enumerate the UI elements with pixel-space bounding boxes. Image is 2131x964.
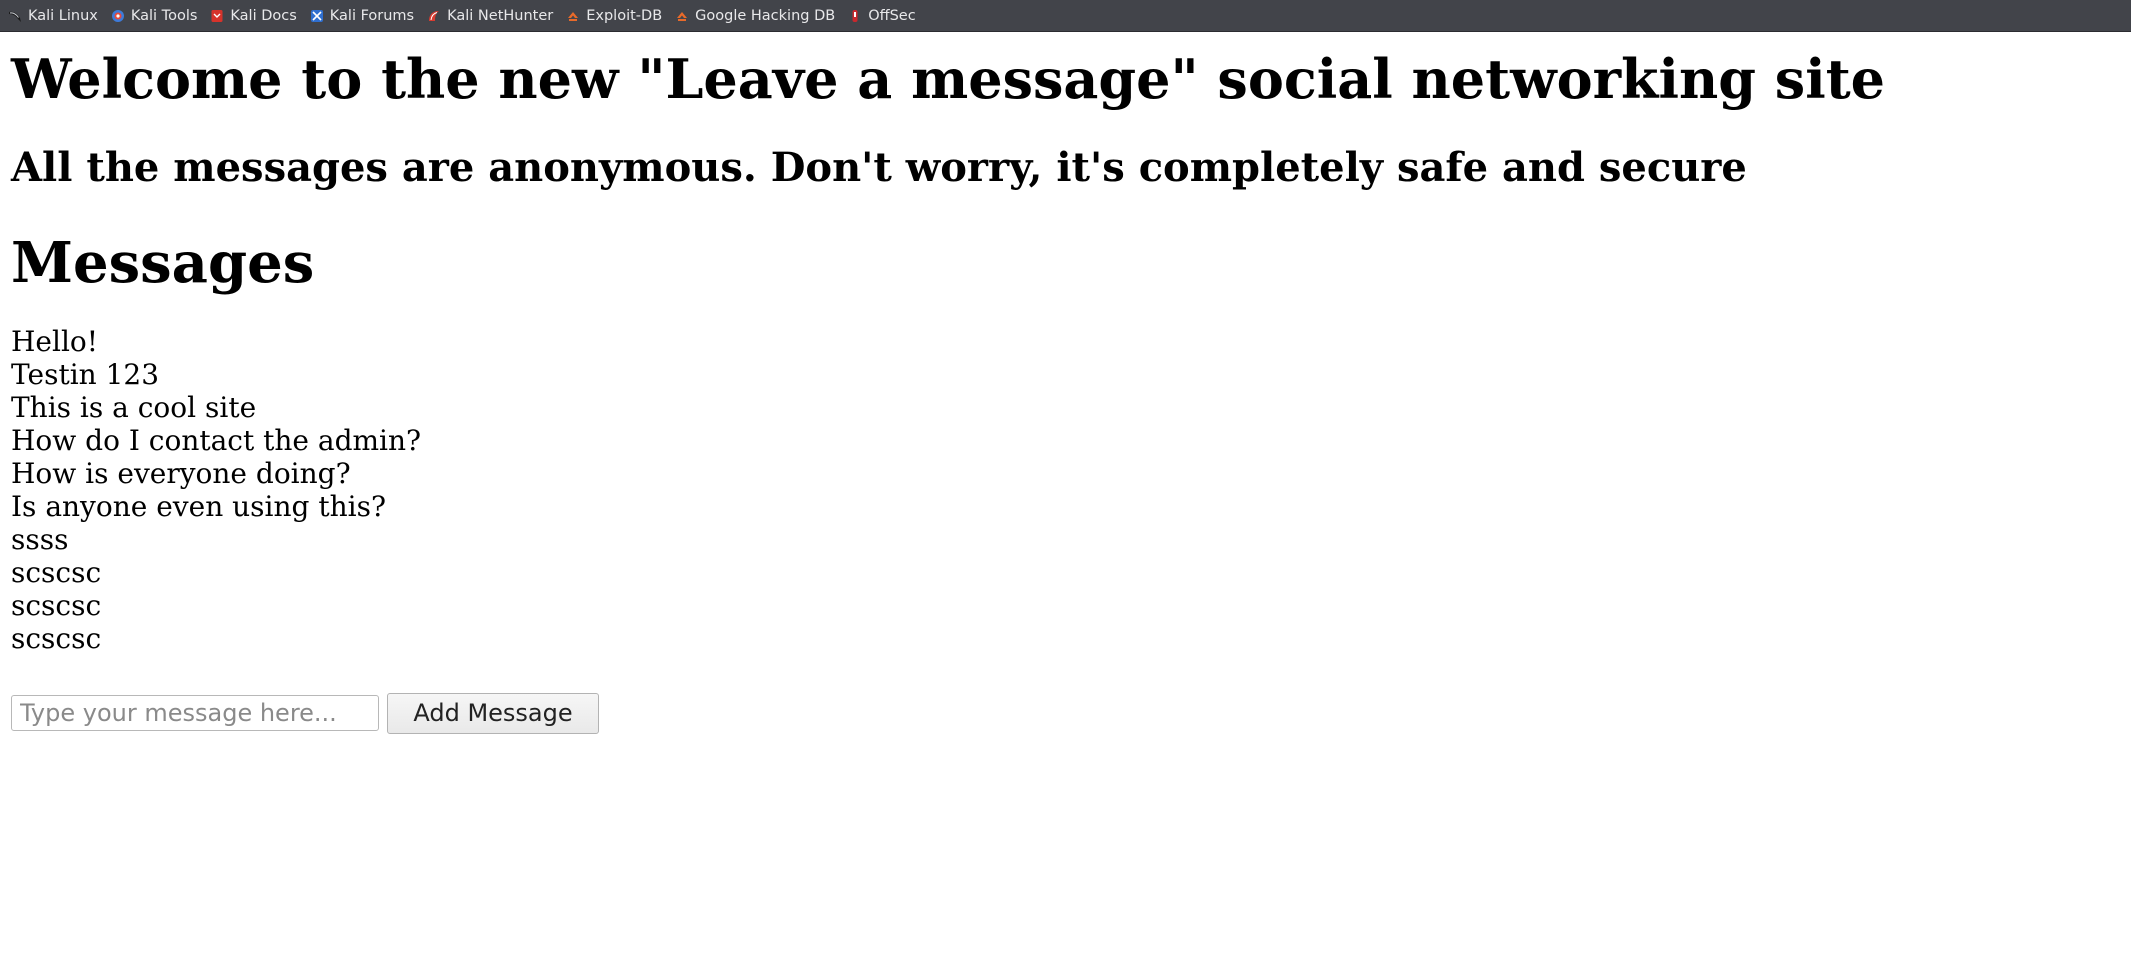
message-input[interactable] xyxy=(11,695,379,732)
bookmark-label: Kali Linux xyxy=(28,7,98,24)
message-item: scscsc xyxy=(11,621,102,655)
bookmarks-toolbar: Kali Linux Kali Tools Kali Docs Kali For… xyxy=(0,0,2131,32)
kali-tools-icon xyxy=(111,9,124,22)
bookmark-google-hacking-db[interactable]: Google Hacking DB xyxy=(675,8,835,24)
message-list: Hello! Testin 123 This is a cool site Ho… xyxy=(11,325,2131,655)
message-item: How do I contact the admin? xyxy=(11,423,422,457)
kali-dragon-icon xyxy=(9,11,21,22)
kali-nethunter-icon xyxy=(429,10,440,21)
message-item: scscsc xyxy=(11,555,102,589)
bookmark-kali-docs[interactable]: Kali Docs xyxy=(210,7,297,24)
message-item: scscsc xyxy=(11,588,102,622)
bookmark-label: Google Hacking DB xyxy=(695,7,836,24)
kali-docs-icon xyxy=(211,9,223,22)
bookmark-exploit-db[interactable]: Exploit-DB xyxy=(566,8,662,24)
message-form: Add Message xyxy=(11,692,2131,734)
page-subtitle: All the messages are anonymous. Don't wo… xyxy=(11,143,1747,191)
bookmark-label: Kali Tools xyxy=(130,7,198,24)
page-title: Welcome to the new "Leave a message" soc… xyxy=(11,47,1886,111)
bookmark-label: Kali Docs xyxy=(230,7,297,24)
bookmark-kali-tools[interactable]: Kali Tools xyxy=(111,7,198,24)
bookmark-label: Exploit-DB xyxy=(586,7,663,24)
message-item: How is everyone doing? xyxy=(11,456,351,490)
bookmark-label: Kali Forums xyxy=(329,7,415,24)
bookmark-label: Kali NetHunter xyxy=(447,7,554,24)
bookmark-label: OffSec xyxy=(868,7,916,24)
message-item: ssss xyxy=(11,522,69,556)
bookmark-kali-nethunter[interactable]: Kali NetHunter xyxy=(427,8,553,24)
message-item: This is a cool site xyxy=(11,390,257,424)
google-hacking-db-icon xyxy=(677,11,688,21)
bookmark-kali-linux[interactable]: Kali Linux xyxy=(8,8,98,24)
page-content: Welcome to the new "Leave a message" soc… xyxy=(11,33,2131,734)
add-message-button[interactable]: Add Message xyxy=(387,692,599,734)
offsec-icon xyxy=(852,9,858,22)
message-item: Is anyone even using this? xyxy=(11,489,386,523)
bookmark-kali-forums[interactable]: Kali Forums xyxy=(310,8,414,24)
exploit-db-icon xyxy=(568,11,579,21)
message-item: Testin 123 xyxy=(11,357,160,391)
messages-heading: Messages xyxy=(11,229,315,296)
kali-forums-icon xyxy=(310,9,323,22)
message-item: Hello! xyxy=(11,324,99,358)
bookmark-offsec[interactable]: OffSec xyxy=(848,8,916,24)
